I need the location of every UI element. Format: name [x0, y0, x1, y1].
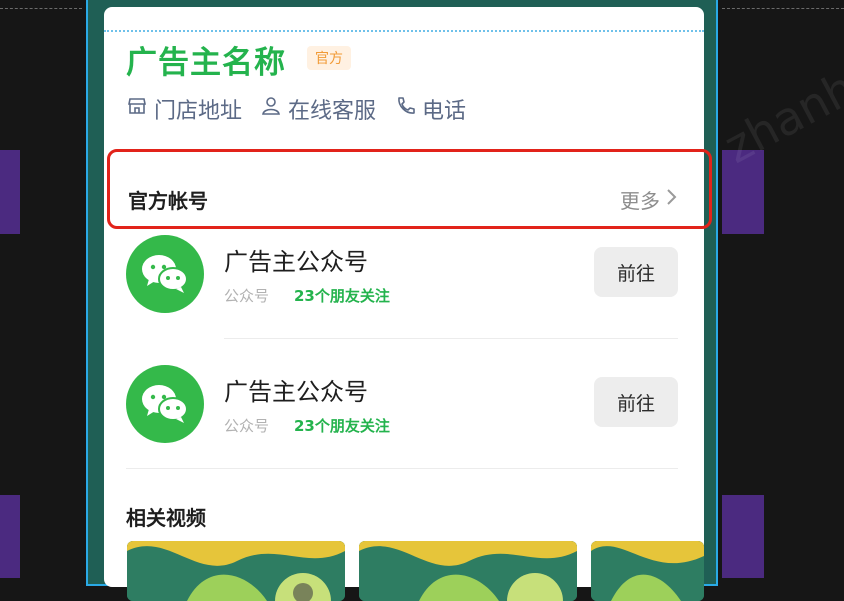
contact-phone-label: 电话 — [422, 99, 467, 124]
contact-store-label: 门店地址 — [154, 99, 243, 124]
video-thumbnail[interactable] — [359, 541, 577, 601]
side-panel-right-top — [722, 150, 764, 234]
phone-icon — [394, 95, 422, 123]
official-badge: 官方 — [307, 46, 351, 70]
guide-line-left — [0, 8, 82, 9]
side-panel-right-bottom — [722, 495, 764, 578]
person-icon — [260, 95, 288, 123]
row-divider — [224, 338, 678, 339]
side-panel-left-bottom — [0, 495, 20, 578]
account-type: 公众号 — [224, 417, 270, 435]
top-guide-dots — [104, 30, 704, 32]
contact-links: 门店地址 在线客服 电话 — [126, 93, 484, 125]
section-divider — [126, 468, 678, 469]
contact-service[interactable]: 在线客服 — [260, 93, 376, 125]
account-name: 广告主公众号 — [224, 378, 368, 406]
video-thumbnail[interactable] — [127, 541, 345, 601]
advertiser-name: 广告主名称 — [126, 45, 286, 81]
account-followers: 23个朋友关注 — [294, 417, 390, 435]
advertiser-card: 广告主名称 官方 门店地址 在线客服 电话 官方帐号 更多 广告主公众号 公众号… — [104, 7, 704, 587]
account-row[interactable]: 广告主公众号 公众号 23个朋友关注 前往 — [104, 227, 704, 347]
contact-service-label: 在线客服 — [288, 99, 377, 124]
highlight-box — [107, 149, 712, 229]
account-followers: 23个朋友关注 — [294, 287, 390, 305]
go-button[interactable]: 前往 — [594, 247, 678, 297]
account-type: 公众号 — [224, 287, 270, 305]
store-icon — [126, 95, 154, 123]
guide-line-right — [722, 8, 844, 9]
contact-phone[interactable]: 电话 — [394, 93, 466, 125]
go-button[interactable]: 前往 — [594, 377, 678, 427]
contact-store[interactable]: 门店地址 — [126, 93, 242, 125]
related-videos-title: 相关视频 — [126, 506, 206, 530]
video-thumbnail[interactable] — [591, 541, 704, 601]
account-row[interactable]: 广告主公众号 公众号 23个朋友关注 前往 — [104, 357, 704, 477]
account-name: 广告主公众号 — [224, 248, 368, 276]
side-panel-left-top — [0, 150, 20, 234]
wechat-icon — [126, 365, 204, 443]
wechat-icon — [126, 235, 204, 313]
